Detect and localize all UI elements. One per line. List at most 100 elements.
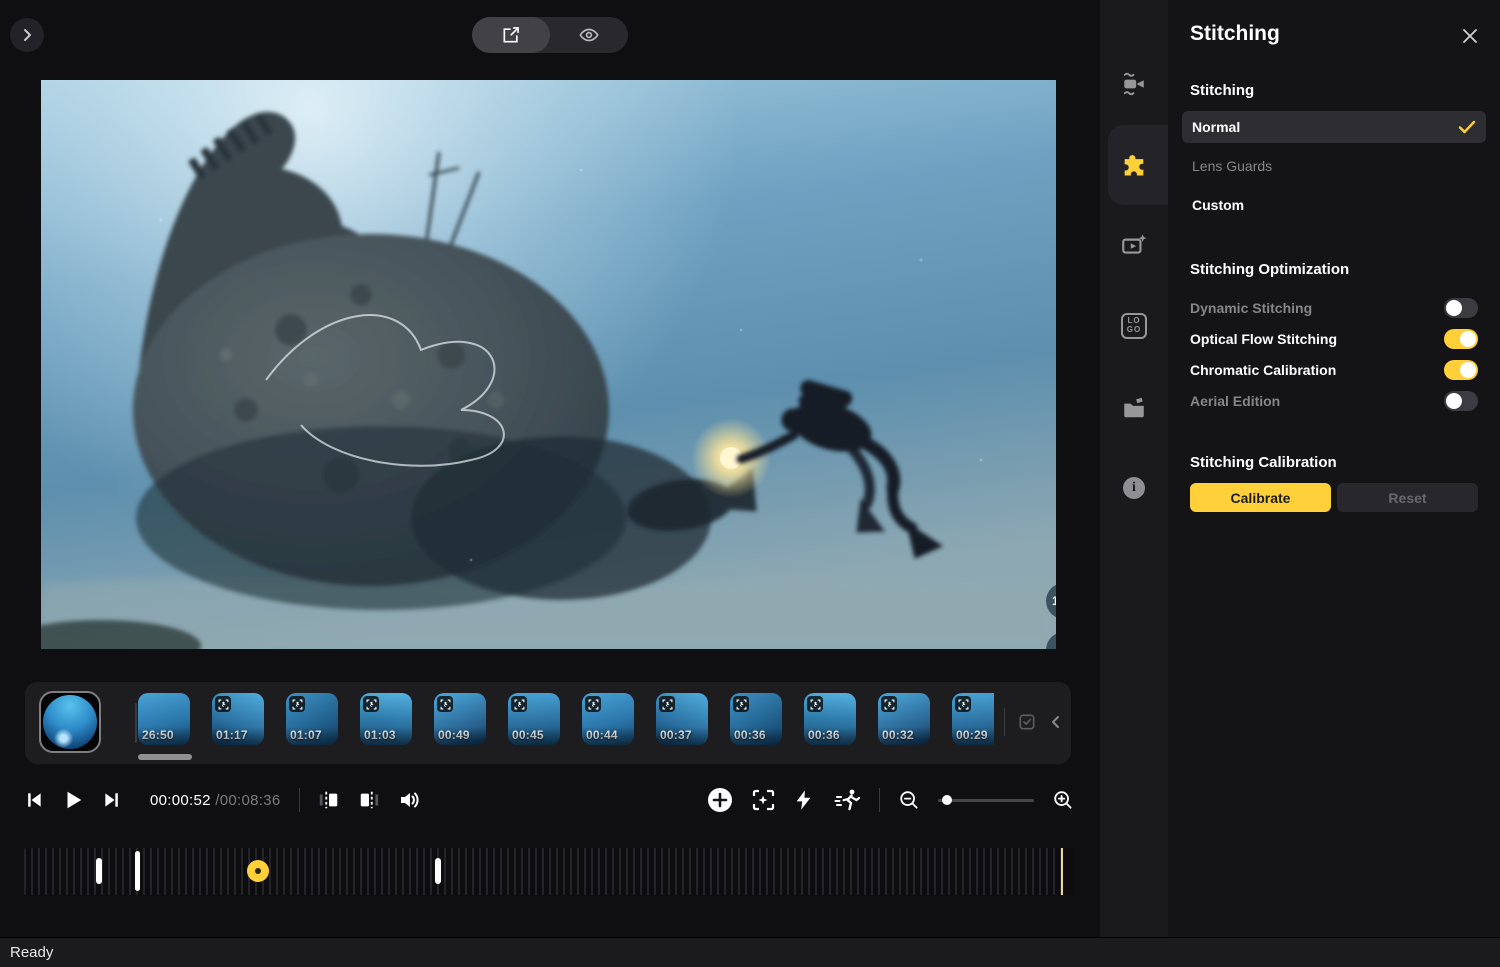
zoom-in-icon[interactable] — [1052, 789, 1074, 811]
timeline-empty-end — [1064, 848, 1075, 895]
timeline-clip-boundary — [1061, 848, 1063, 895]
clip-thumbnail[interactable]: 00:36 — [730, 693, 782, 745]
freeframe-badge-icon — [437, 696, 453, 712]
volume-button[interactable] — [398, 788, 422, 812]
aerial-edition-toggle[interactable] — [1444, 391, 1478, 411]
timeshift-button[interactable] — [833, 788, 861, 812]
option-label: Normal — [1192, 119, 1240, 135]
aspect-ratio-label: 16:9 — [1052, 594, 1056, 608]
clip-duration: 01:07 — [290, 728, 322, 742]
optical-flow-toggle[interactable] — [1444, 329, 1478, 349]
clip-duration: 00:49 — [438, 728, 470, 742]
option-label: Custom — [1192, 197, 1244, 213]
clip-thumbnail[interactable]: 00:45 — [508, 693, 560, 745]
tool-rail: LO GO i — [1100, 0, 1168, 937]
stabilize-camera-icon — [1121, 71, 1147, 97]
dynamic-stitching-toggle[interactable] — [1444, 298, 1478, 318]
stitching-tool-button[interactable] — [1100, 141, 1168, 189]
status-bar: Ready — [0, 937, 1500, 967]
chevron-right-icon — [20, 28, 34, 42]
clip-thumbnail[interactable]: 00:32 — [878, 693, 930, 745]
previous-frame-button[interactable] — [24, 790, 44, 810]
timeline-keyframe-marker[interactable] — [247, 860, 269, 882]
stitching-option-normal[interactable]: Normal — [1182, 111, 1486, 143]
total-time: /00:08:36 — [215, 792, 280, 809]
stitching-option-custom[interactable]: Custom — [1182, 189, 1486, 221]
timeline-marker[interactable] — [435, 858, 441, 884]
clip-thumbnail[interactable]: 01:03 — [360, 693, 412, 745]
clip-thumbnail[interactable]: 01:17 — [212, 693, 264, 745]
freeframe-badge-icon — [881, 696, 897, 712]
filmstrip-divider — [135, 703, 137, 743]
toggle-row-dynamic-stitching: Dynamic Stitching — [1190, 292, 1478, 323]
file-manager-tool-button[interactable] — [1100, 384, 1168, 432]
stitching-panel: Stitching Stitching Normal Lens Guards C… — [1168, 0, 1500, 937]
eye-icon — [578, 24, 600, 46]
video-preview[interactable]: 16:9 — [41, 80, 1056, 649]
clip-duration: 00:32 — [882, 728, 914, 742]
preview-mode-button[interactable] — [550, 17, 628, 53]
trim-out-button[interactable] — [358, 789, 380, 811]
clip-thumbnail[interactable]: 00:37 — [656, 693, 708, 745]
filmstrip-scrollbar[interactable] — [138, 754, 192, 760]
reset-button[interactable]: Reset — [1337, 483, 1478, 512]
close-panel-button[interactable] — [1458, 24, 1482, 48]
selected-clip-thumbnail[interactable] — [39, 691, 101, 753]
clip-duration: 01:17 — [216, 728, 248, 742]
clip-thumbnail[interactable]: 00:49 — [434, 693, 486, 745]
calibrate-button[interactable]: Calibrate — [1190, 483, 1331, 512]
clip-thumbnail[interactable]: 00:44 — [582, 693, 634, 745]
mode-segmented-control — [472, 17, 628, 53]
toggle-row-optical-flow: Optical Flow Stitching — [1190, 323, 1478, 354]
add-keyframe-button[interactable] — [707, 787, 733, 813]
timeline-marker[interactable] — [96, 858, 102, 884]
edit-mode-button[interactable] — [472, 17, 550, 53]
check-icon — [1458, 120, 1476, 134]
clip-thumbnail[interactable]: 01:07 — [286, 693, 338, 745]
transport-controls: 00:00:52 /00:08:36 — [0, 775, 1100, 825]
clip-duration: 00:36 — [734, 728, 766, 742]
logo-icon: LO GO — [1121, 313, 1147, 339]
timeline-track[interactable] — [24, 848, 1075, 895]
clip-thumbnail[interactable]: 00:36 — [804, 693, 856, 745]
chromatic-calibration-toggle[interactable] — [1444, 360, 1478, 380]
toggle-label: Chromatic Calibration — [1190, 362, 1336, 378]
logo-tool-button[interactable]: LO GO — [1100, 302, 1168, 350]
play-button[interactable] — [62, 788, 84, 812]
clip-duration: 00:29 — [956, 728, 988, 742]
freeframe-badge-icon — [807, 696, 823, 712]
freeframe-badge-icon — [955, 696, 971, 712]
zoom-out-icon[interactable] — [898, 789, 920, 811]
expand-sidebar-button[interactable] — [10, 18, 44, 52]
clip-duration: 00:36 — [808, 728, 840, 742]
collapse-filmstrip-icon[interactable] — [1049, 714, 1063, 730]
multi-select-icon[interactable] — [1017, 712, 1037, 732]
timeline-zoom-slider[interactable] — [938, 799, 1034, 802]
clip-thumbnail[interactable]: 26:50 — [138, 693, 190, 745]
freeframe-badge-icon — [733, 696, 749, 712]
stitching-option-lens-guards[interactable]: Lens Guards — [1182, 150, 1486, 182]
option-label: Lens Guards — [1192, 158, 1272, 174]
freeframe-badge-icon — [215, 696, 231, 712]
current-time: 00:00:52 — [150, 792, 211, 809]
next-frame-button[interactable] — [102, 790, 122, 810]
toggle-label: Optical Flow Stitching — [1190, 331, 1337, 347]
timeline-playhead[interactable] — [135, 851, 140, 891]
deep-track-button[interactable] — [751, 788, 775, 812]
edit-icon — [501, 25, 521, 45]
trim-in-button[interactable] — [318, 789, 340, 811]
info-button[interactable]: i — [1100, 464, 1168, 512]
video-sparkle-icon — [1120, 231, 1148, 259]
calibration-section-header: Stitching Calibration — [1190, 454, 1478, 471]
toggle-knob — [1446, 300, 1462, 316]
clip-duration: 00:37 — [660, 728, 692, 742]
crop-remove-icon — [1055, 641, 1056, 649]
toggle-row-aerial-edition: Aerial Edition — [1190, 385, 1478, 416]
clip-thumbnail[interactable]: 00:29 — [952, 693, 994, 745]
quick-effect-button[interactable] — [793, 788, 815, 812]
zoom-slider-handle[interactable] — [942, 795, 952, 805]
main-area: 16:9 26:50 — [0, 0, 1100, 937]
stabilization-tool-button[interactable] — [1100, 60, 1168, 108]
ai-edit-tool-button[interactable] — [1100, 221, 1168, 269]
toggle-knob — [1446, 393, 1462, 409]
